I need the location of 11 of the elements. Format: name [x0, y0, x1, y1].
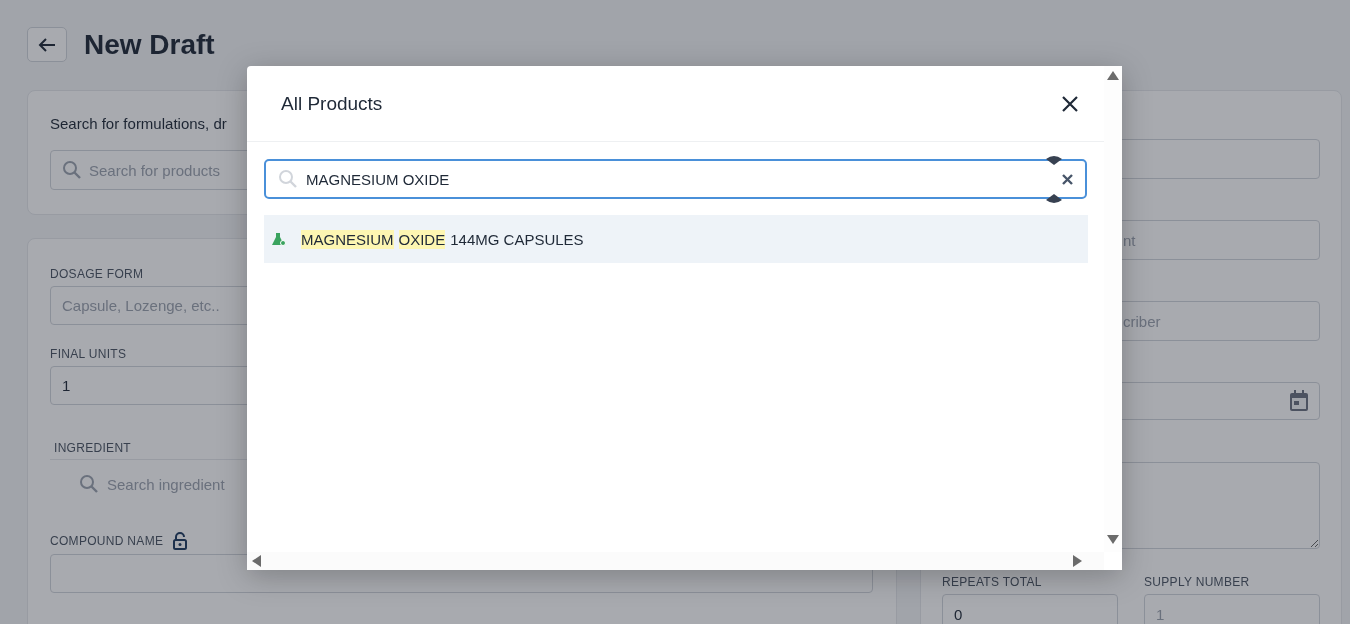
- field-label: COMPOUND NAME: [50, 534, 164, 548]
- field-label: FINAL UNITS: [50, 347, 128, 361]
- dialog-title: All Products: [281, 92, 383, 115]
- field-label: SUPPLY NUMBER: [1144, 575, 1251, 589]
- result-text: 144MG CAPSULES: [450, 229, 584, 249]
- field-label: DOSAGE FORM: [50, 267, 145, 281]
- matched-text: OXIDE: [398, 229, 446, 249]
- field-label: REPEATS TOTAL: [942, 575, 1043, 589]
- matched-text: MAGNESIUM: [301, 229, 394, 249]
- page-title: New Draft: [84, 28, 215, 61]
- search-prompt: Search for formulations, dr: [50, 115, 228, 132]
